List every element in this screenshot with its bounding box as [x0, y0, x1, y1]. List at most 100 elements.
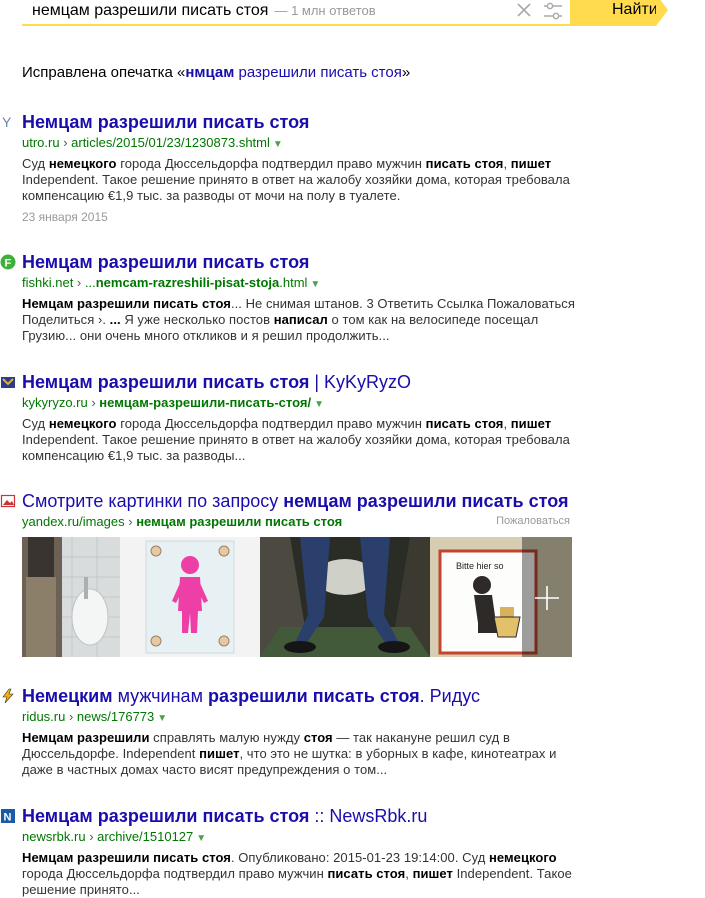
clear-icon[interactable] [514, 0, 534, 20]
chevron-down-icon[interactable]: ▼ [273, 139, 283, 150]
search-input[interactable]: немцам разрешили писать стоя — 1 млн отве… [22, 0, 572, 26]
result-path: немцам-разрешили-писать-стоя/ [99, 395, 312, 410]
snippet-highlight: немецкого [48, 416, 117, 431]
result-path-suffix: .html [279, 275, 308, 290]
snippet-highlight: писать стоя [425, 416, 504, 431]
result-title-text: Немцам разрешили писать стоя [22, 252, 310, 272]
search-result: F Немцам разрешили писать стоя fishki.ne… [0, 252, 582, 344]
image-thumbnails: Bitte hier so [22, 537, 572, 657]
plus-icon[interactable] [532, 583, 562, 613]
fishki-favicon-icon: F [0, 254, 16, 270]
snippet-text: , [405, 866, 413, 881]
result-host: kykyryzo.ru [22, 395, 88, 410]
chevron-down-icon[interactable]: ▼ [157, 713, 167, 724]
result-url[interactable]: fishki.net › ...nemcam-razreshili-pisat-… [22, 275, 582, 293]
result-path: news/176773 [76, 709, 155, 724]
spellfix-suffix: » [401, 64, 411, 81]
image-results-title-link[interactable]: Смотрите картинки по запросу немцам разр… [22, 491, 582, 511]
snippet-highlight: Немцам разрешили писать стоя [22, 296, 231, 311]
result-title-text: разрешили писать стоя [207, 686, 420, 706]
search-query-text: немцам разрешили писать стоя [32, 2, 269, 19]
snippet-highlight: писать стоя [327, 866, 406, 881]
utro-favicon-icon: Y [2, 114, 12, 130]
snippet-highlight: ... [109, 312, 121, 327]
result-host: utro.ru [22, 135, 60, 150]
kykyryzo-favicon-icon [1, 377, 15, 388]
result-title-rest: . Ридус [419, 686, 480, 706]
result-host: fishki.net [22, 275, 74, 290]
svg-text:N: N [4, 812, 12, 824]
result-title-link[interactable]: Немцам разрешили писать стоя [22, 252, 582, 272]
result-title-pre: Немецким [22, 686, 113, 706]
result-url[interactable]: ridus.ru › news/176773 ▼ [22, 709, 582, 727]
result-url[interactable]: utro.ru › articles/2015/01/23/1230873.sh… [22, 135, 582, 153]
snippet-text: города Дюссельдорфа подтвердил право муж… [22, 866, 328, 881]
corrected-query-link[interactable]: нмцам разрешили писать стоя [185, 64, 402, 81]
snippet-highlight: немецкого [48, 156, 117, 171]
result-url[interactable]: newsrbk.ru › archive/1510127 ▼ [22, 829, 582, 847]
image-thumbnail[interactable] [22, 537, 120, 657]
sign-text: Bitte hier so [456, 561, 504, 571]
result-url[interactable]: kykyryzo.ru › немцам-разрешили-писать-ст… [22, 395, 582, 413]
result-title-rest: | KyKyRyzO [309, 372, 412, 392]
search-result: N Немцам разрешили писать стоя :: NewsRb… [1, 806, 582, 898]
snippet-text: Суд [22, 156, 49, 171]
snippet-text: справлять малую нужду [149, 730, 304, 745]
result-title-link[interactable]: Немцам разрешили писать стоя :: NewsRbk.… [22, 806, 582, 826]
result-title-link[interactable]: Немцам разрешили писать стоя [22, 112, 582, 132]
search-button[interactable]: Найти [572, 0, 668, 26]
image-results-title-prefix: Смотрите картинки по запросу [22, 491, 284, 511]
complain-link[interactable]: Пожаловаться [496, 515, 570, 527]
result-title-link[interactable]: Немцам разрешили писать стоя | KyKyRyzO [22, 372, 582, 392]
snippet-highlight: писать стоя [425, 156, 504, 171]
snippet-text: Суд [22, 416, 49, 431]
corrected-rest: разрешили писать стоя [234, 64, 402, 81]
snippet-text: , [503, 416, 511, 431]
image-thumbnail[interactable] [260, 537, 430, 657]
result-title-mid: мужчинам [112, 686, 208, 706]
result-title-text: Немцам разрешили писать стоя [22, 372, 310, 392]
result-path: немцам разрешили писать стоя [136, 514, 343, 529]
corrected-word: нмцам [185, 64, 235, 81]
settings-sliders-icon[interactable] [542, 0, 564, 22]
image-icon [0, 494, 16, 508]
spelling-correction: Исправлена опечатка «нмцам разрешили пис… [22, 64, 410, 81]
chevron-down-icon[interactable]: ▼ [196, 833, 206, 844]
result-snippet: Немцам разрешили писать стоя. Опубликова… [22, 850, 582, 898]
snippet-highlight: немецкого [489, 850, 557, 865]
snippet-highlight: пишет [199, 746, 240, 761]
snippet-highlight: пишет [510, 156, 552, 171]
lightning-favicon-icon [2, 688, 14, 704]
snippet-highlight: Немцам разрешили писать стоя [22, 850, 231, 865]
chevron-down-icon[interactable]: ▼ [314, 399, 324, 410]
result-snippet: Суд немецкого города Дюссельдорфа подтве… [22, 156, 582, 204]
search-result: Y Немцам разрешили писать стоя utro.ru ›… [2, 112, 582, 224]
search-query[interactable]: немцам разрешили писать стоя — 1 млн отве… [32, 2, 376, 20]
search-bar: немцам разрешили писать стоя — 1 млн отве… [22, 0, 668, 26]
image-results-title-query: немцам разрешили писать стоя [283, 491, 569, 511]
image-results-block: Смотрите картинки по запросу немцам разр… [0, 491, 582, 657]
snippet-text: Independent. Такое решение принято в отв… [22, 172, 570, 203]
result-title-rest: :: NewsRbk.ru [309, 806, 428, 826]
snippet-highlight: написал [273, 312, 328, 327]
result-path: articles/2015/01/23/1230873.shtml [71, 135, 270, 150]
snippet-text: , [503, 156, 511, 171]
result-title-text: Немцам разрешили писать стоя [22, 806, 310, 826]
result-title-link[interactable]: Немецким мужчинам разрешили писать стоя.… [22, 686, 582, 706]
snippet-highlight: пишет [412, 866, 453, 881]
search-result: Немцам разрешили писать стоя | KyKyRyzO … [1, 372, 582, 464]
result-host: yandex.ru/images [22, 514, 125, 529]
spellfix-prefix: Исправлена опечатка « [22, 64, 186, 81]
result-date: 23 января 2015 [22, 210, 108, 224]
snippet-text: Independent. Такое решение принято в отв… [22, 432, 570, 463]
result-snippet: Немцам разрешили справлять малую нужду с… [22, 730, 582, 778]
snippet-text: . Опубликовано: 2015-01-23 19:14:00. Суд [230, 850, 489, 865]
image-thumbnail[interactable] [120, 537, 260, 657]
result-path-prefix: ... [84, 275, 96, 290]
search-result: Немецким мужчинам разрешили писать стоя.… [2, 686, 582, 778]
chevron-down-icon[interactable]: ▼ [310, 279, 320, 290]
result-path: archive/1510127 [97, 829, 194, 844]
newsrbk-favicon-icon: N [1, 809, 15, 824]
result-title-text: Немцам разрешили писать стоя [22, 112, 310, 132]
snippet-highlight: Немцам разрешили [22, 730, 150, 745]
